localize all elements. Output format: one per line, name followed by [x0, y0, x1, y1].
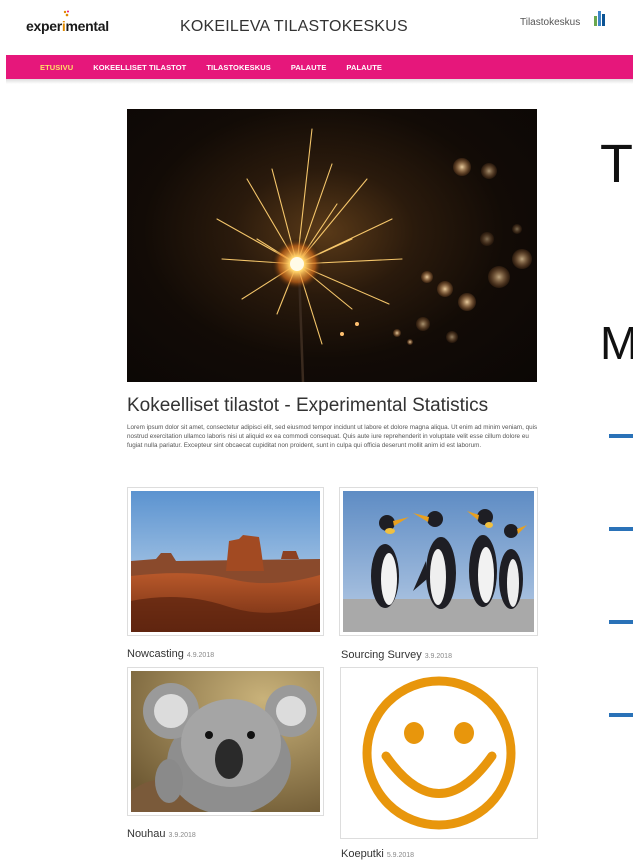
- nav-item-palaute[interactable]: PALAUTE: [291, 63, 327, 72]
- site-header: experimental KOKEILEVA TILASTOKESKUS Til…: [0, 0, 633, 55]
- slide-bullet-dash: [609, 434, 633, 438]
- card-image-koeputki[interactable]: [340, 667, 538, 839]
- nav-item-palaute-2[interactable]: PALAUTE: [346, 63, 382, 72]
- card-caption-nowcasting[interactable]: Nowcasting 4.9.2018: [127, 648, 214, 660]
- main-nav: ETUSIVU KOKEELLISET TILASTOT TILASTOKESK…: [6, 55, 633, 79]
- card-caption-sourcing-survey[interactable]: Sourcing Survey 3.9.2018: [341, 649, 452, 661]
- slide-bullet-dash: [609, 527, 633, 531]
- card-caption-nouhau[interactable]: Nouhau 3.9.2018: [127, 828, 196, 840]
- slide-letter-m: M: [600, 317, 633, 369]
- slide-bullet-dash: [609, 620, 633, 624]
- card-title[interactable]: Nowcasting: [127, 648, 184, 660]
- hero-text: Lorem ipsum dolor sit amet, consectetur …: [127, 424, 538, 449]
- card-image-nouhau[interactable]: [127, 667, 324, 816]
- card-date: 5.9.2018: [386, 852, 415, 859]
- logo-dots-icon: [63, 10, 69, 17]
- hero-image[interactable]: [127, 109, 537, 382]
- card-date: 3.9.2018: [424, 653, 452, 660]
- slide-letter-t: T: [600, 134, 633, 194]
- nav-item-tilastokeskus[interactable]: TILASTOKESKUS: [206, 63, 271, 72]
- tilastokeskus-mark-icon: [594, 11, 605, 26]
- koala-illustration: [131, 671, 320, 812]
- nav-shadow: [6, 79, 633, 84]
- site-title: KOKEILEVA TILASTOKESKUS: [180, 18, 408, 35]
- card-image-sourcing-survey[interactable]: [339, 487, 538, 636]
- card-title[interactable]: Sourcing Survey: [341, 649, 422, 661]
- tilastokeskus-logo[interactable]: Tilastokeskus: [520, 17, 580, 28]
- card-date: 4.9.2018: [186, 652, 215, 659]
- nav-item-kokeelliset-tilastot[interactable]: KOKEELLISET TILASTOT: [93, 63, 186, 72]
- experimental-logo[interactable]: experimental: [26, 18, 109, 34]
- slide-bullet-dash: [609, 713, 633, 717]
- nav-item-etusivu[interactable]: ETUSIVU: [40, 63, 73, 72]
- smiley-face-icon: [362, 676, 516, 830]
- card-caption-koeputki[interactable]: Koeputki 5.9.2018: [341, 848, 414, 860]
- card-image-nowcasting[interactable]: [127, 487, 324, 636]
- desert-illustration: [131, 491, 320, 632]
- hero-title: Kokeelliset tilastot - Experimental Stat…: [127, 395, 489, 416]
- penguins-illustration: [343, 491, 534, 632]
- card-date: 3.9.2018: [168, 832, 196, 839]
- sparkler-illustration: [216, 128, 532, 382]
- card-title[interactable]: Koeputki: [341, 848, 384, 860]
- card-title[interactable]: Nouhau: [127, 828, 166, 840]
